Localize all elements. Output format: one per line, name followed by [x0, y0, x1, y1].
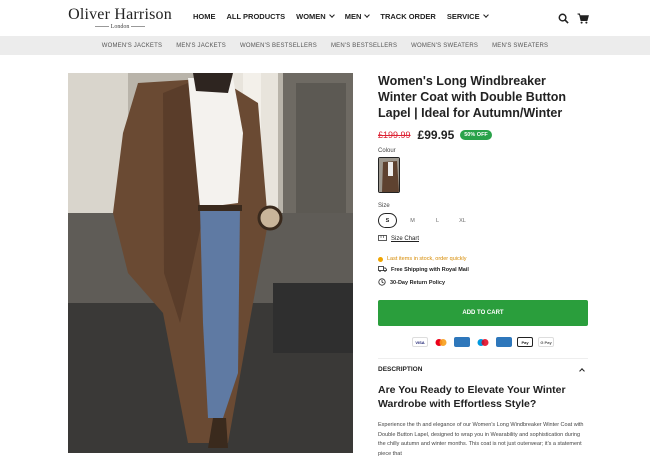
description-body: Experience the th and elegance of our Wo… — [378, 422, 584, 457]
return-notice: 30-Day Return Policy — [378, 278, 588, 288]
apple-pay-icon: Pay — [517, 337, 533, 347]
sale-price: £99.95 — [417, 128, 455, 142]
size-chart-link[interactable]: Size Chart — [378, 235, 588, 243]
stock-notice: Last items in stock, order quickly — [378, 256, 588, 262]
maestro-icon — [475, 337, 491, 347]
truck-icon — [378, 266, 387, 274]
nav-item-men[interactable]: MEN — [345, 12, 371, 21]
shipping-notice: Free Shipping with Royal Mail — [378, 266, 588, 274]
brand-location: London — [68, 24, 172, 31]
size-chart-label: Size Chart — [391, 236, 420, 242]
site-header: Oliver Harrison London HOME ALL PRODUCTS… — [0, 0, 650, 36]
colour-label: Colour — [378, 148, 396, 154]
size-label: Size — [378, 203, 390, 209]
ruler-icon — [378, 235, 387, 243]
visa-icon: VISA — [412, 337, 428, 347]
brand-logo[interactable]: Oliver Harrison London — [68, 6, 172, 31]
subnav-womens-bestsellers[interactable]: WOMEN'S BESTSELLERS — [240, 43, 317, 49]
nav-item-track-order[interactable]: TRACK ORDER — [380, 12, 435, 21]
amex-icon — [454, 337, 470, 347]
main-nav: HOME ALL PRODUCTS WOMEN MEN TRACK ORDER … — [193, 12, 499, 21]
chevron-up-icon — [579, 367, 585, 374]
subnav-mens-jackets[interactable]: MEN'S JACKETS — [176, 43, 226, 49]
price-row: £199.99 £99.95 50% OFF — [378, 128, 588, 142]
nav-item-service[interactable]: SERVICE — [447, 12, 489, 21]
nav-item-home[interactable]: HOME — [193, 12, 216, 21]
info-list: Last items in stock, order quickly Free … — [378, 256, 588, 288]
add-to-cart-button[interactable]: ADD TO CART — [378, 300, 588, 326]
size-option-s[interactable]: S — [378, 213, 397, 228]
nav-item-all-products[interactable]: ALL PRODUCTS — [227, 12, 286, 21]
size-option-xl[interactable]: XL — [453, 213, 472, 228]
subnav-womens-sweaters[interactable]: WOMEN'S SWEATERS — [411, 43, 478, 49]
size-option-m[interactable]: M — [403, 213, 422, 228]
colour-swatch[interactable] — [378, 157, 400, 193]
brand-name: Oliver Harrison — [68, 6, 172, 23]
chevron-down-icon — [482, 12, 489, 18]
chevron-down-icon — [364, 12, 371, 18]
return-icon — [378, 278, 386, 288]
product-title: Women's Long Windbreaker Winter Coat wit… — [378, 74, 567, 120]
amex-icon — [496, 337, 512, 347]
product-image[interactable] — [68, 73, 353, 453]
header-actions — [558, 11, 589, 29]
description-heading: DESCRIPTION — [378, 366, 423, 373]
mastercard-icon — [433, 337, 449, 347]
original-price: £199.99 — [378, 130, 411, 140]
discount-badge: 50% OFF — [460, 130, 492, 140]
cart-icon[interactable] — [577, 11, 589, 29]
size-selector: S M L XL — [378, 213, 588, 228]
google-pay-icon: G Pay — [538, 337, 554, 347]
description-toggle[interactable]: DESCRIPTION — [378, 358, 588, 374]
size-option-l[interactable]: L — [428, 213, 447, 228]
nav-item-women[interactable]: WOMEN — [296, 12, 335, 21]
dot-icon — [378, 256, 383, 262]
subnav-mens-bestsellers[interactable]: MEN'S BESTSELLERS — [331, 43, 397, 49]
subnav-mens-sweaters[interactable]: MEN'S SWEATERS — [492, 43, 548, 49]
subnav-womens-jackets[interactable]: WOMEN'S JACKETS — [102, 43, 162, 49]
search-icon[interactable] — [558, 11, 569, 29]
payment-methods: VISA Pay G Pay — [378, 337, 588, 347]
product-info-panel: Women's Long Windbreaker Winter Coat wit… — [378, 73, 588, 459]
category-subnav: WOMEN'S JACKETS MEN'S JACKETS WOMEN'S BE… — [0, 36, 650, 55]
description-title: Are You Ready to Elevate Your Winter War… — [378, 384, 566, 410]
chevron-down-icon — [328, 12, 335, 18]
